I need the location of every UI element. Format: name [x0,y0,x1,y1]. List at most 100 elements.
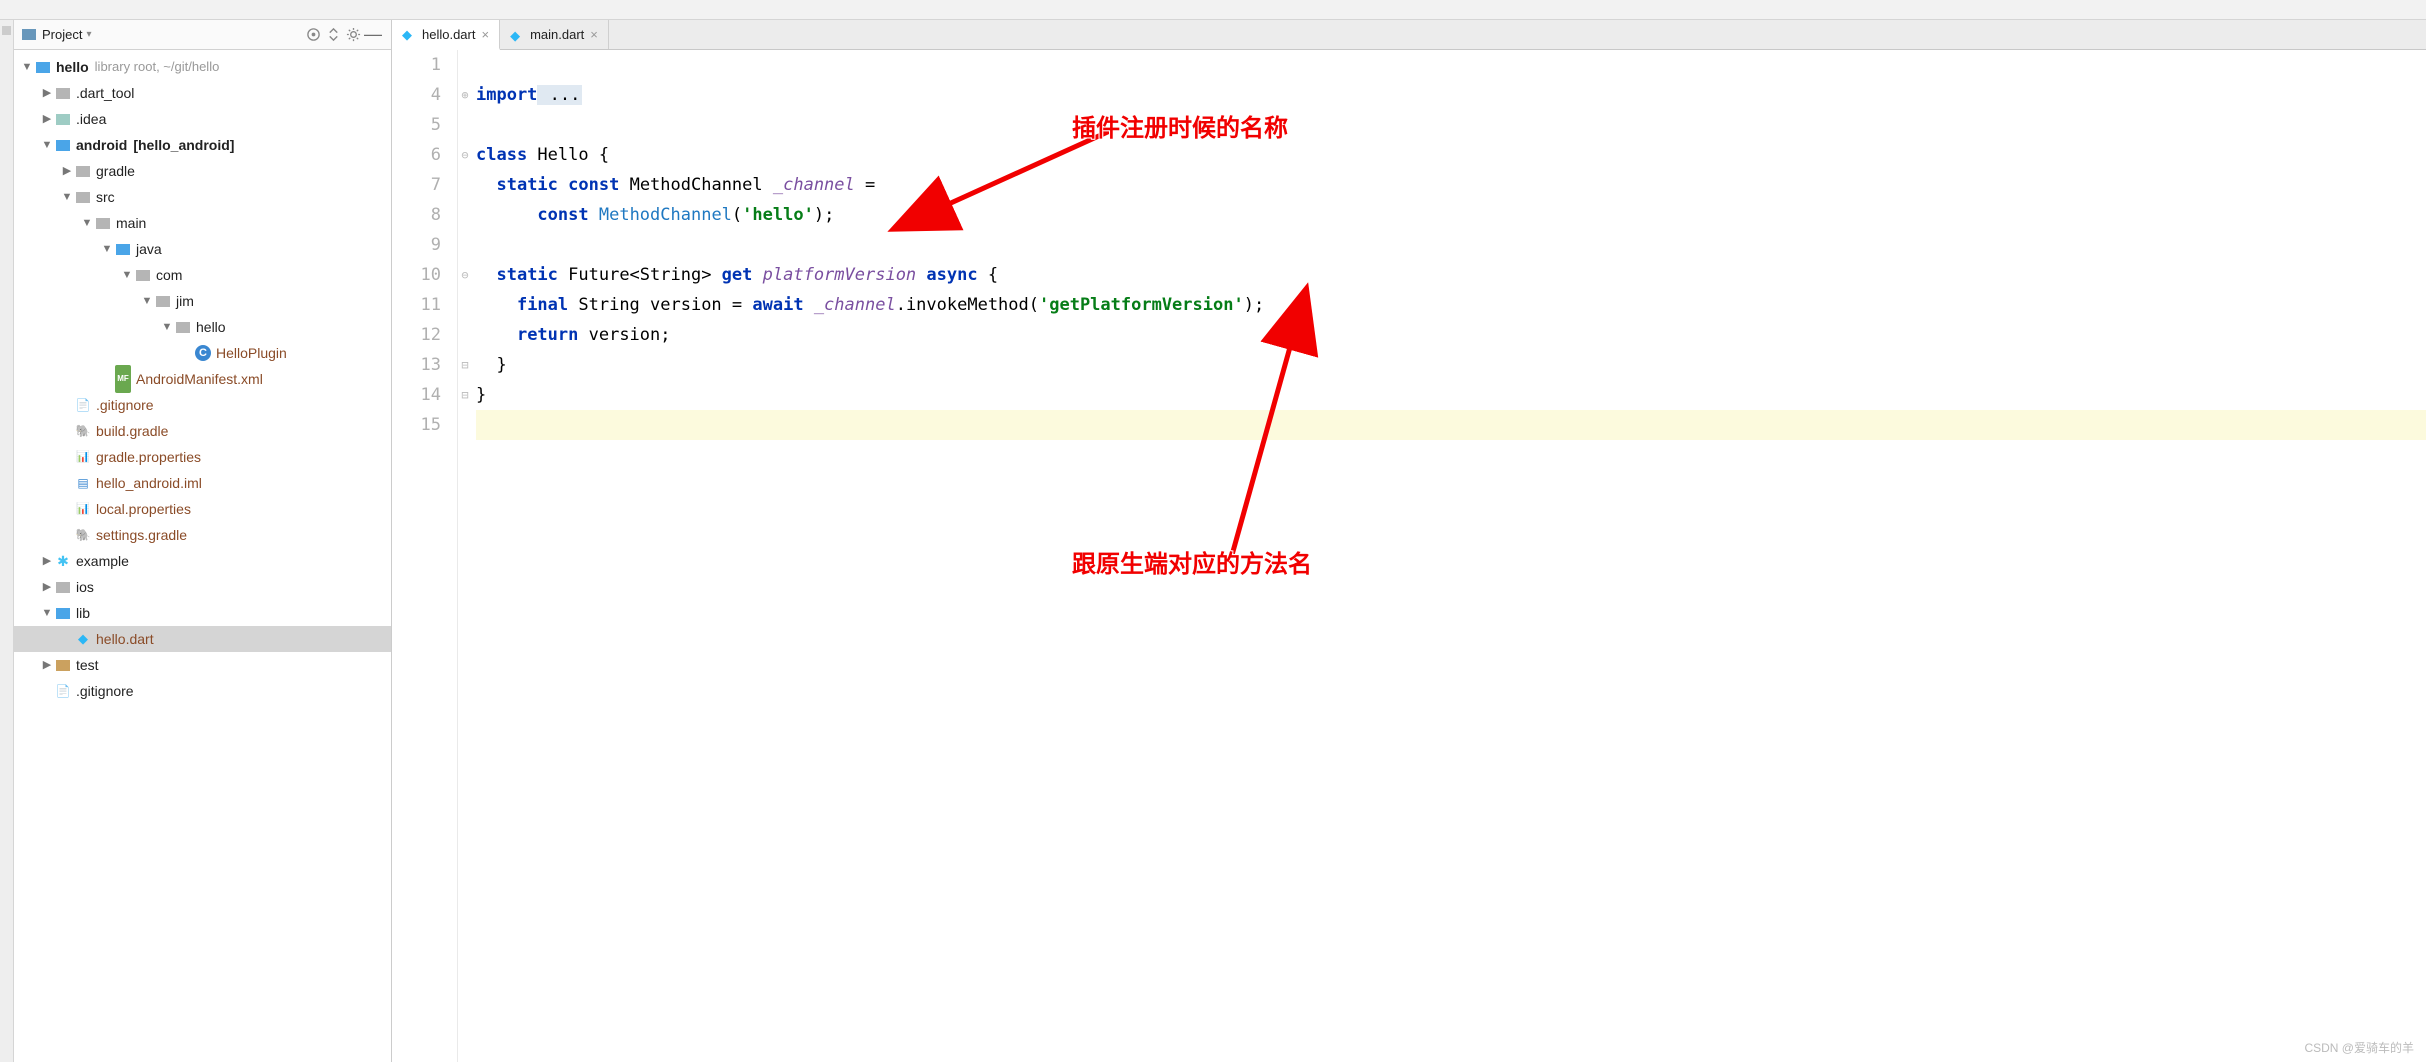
tree-item-android[interactable]: ▼ android[hello_android] [14,132,391,158]
tree-item-build-gradle[interactable]: 🐘build.gradle [14,418,391,444]
tree-module-name: [hello_android] [133,132,234,158]
tree-label: .idea [76,106,106,132]
annotation-method-name: 跟原生端对应的方法名 [1072,550,1312,580]
tree-label: hello [196,314,226,340]
tree-label: ios [76,574,94,600]
tree-item-hello[interactable]: ▼ hello [14,314,391,340]
folder-gray-icon [94,214,112,232]
scroll-from-source-icon[interactable] [303,25,323,45]
git-icon: 📄 [54,682,72,700]
tree-arrow-icon[interactable]: ▼ [60,184,74,210]
tree-item-java[interactable]: ▼java [14,236,391,262]
tree-arrow-icon[interactable]: ▼ [100,236,114,262]
tree-label: test [76,652,99,678]
tree-arrow-icon[interactable]: ▼ [40,132,54,158]
tree-arrow-icon[interactable]: ▼ [40,600,54,626]
folder-blue-icon [34,58,52,76]
tree-item--gitignore[interactable]: 📄.gitignore [14,678,391,704]
tree-arrow-icon[interactable]: ▼ [20,54,34,80]
tree-label: com [156,262,182,288]
strip-btn[interactable] [2,26,11,35]
tree-arrow-icon[interactable]: ▼ [120,262,134,288]
top-toolbar [0,0,2426,20]
code-content[interactable]: import ... class Hello { static const Me… [472,50,2426,1062]
tree-item-hello[interactable]: ▼hellolibrary root, ~/git/hello [14,54,391,80]
tree-item--idea[interactable]: ▶ .idea [14,106,391,132]
project-pane: Project ▾ — ▼hellolibrary root, ~/git/he… [14,20,392,1062]
tree-label: hello.dart [96,626,154,652]
tree-label: example [76,548,129,574]
close-icon[interactable]: × [481,27,489,42]
tree-label: local.properties [96,496,191,522]
tree-item-com[interactable]: ▼ com [14,262,391,288]
tree-item-jim[interactable]: ▼ jim [14,288,391,314]
expand-all-icon[interactable] [323,25,343,45]
tree-label: .gitignore [76,678,134,704]
tab-main[interactable]: ◆ main.dart × [500,20,609,49]
tree-label: HelloPlugin [216,340,287,366]
tree-label: AndroidManifest.xml [136,366,263,392]
tree-arrow-icon[interactable]: ▶ [40,574,54,600]
dart-icon: ◆ [74,630,92,648]
tree-item-example[interactable]: ▶✱example [14,548,391,574]
folder-gray-icon [54,84,72,102]
gutter-line: 8 [392,200,441,230]
annotation-plugin-name: 插件注册时候的名称 [1072,114,1288,144]
gear-icon[interactable] [343,25,363,45]
gutter-line: 15 [392,410,441,440]
tree-item-gradle[interactable]: ▶gradle [14,158,391,184]
close-icon[interactable]: × [590,27,598,42]
code-editor[interactable]: 1456789101112131415 ⊕ ⊖ ⊖ ⊟ ⊟ [392,50,2426,1062]
tree-item-test[interactable]: ▶ test [14,652,391,678]
elephant-icon: 🐘 [74,526,92,544]
chevron-down-icon[interactable]: ▾ [86,29,91,40]
tree-arrow-icon[interactable]: ▶ [40,652,54,678]
tree-item-hello-android-iml[interactable]: ▤hello_android.iml [14,470,391,496]
tree-item-helloplugin[interactable]: CHelloPlugin [14,340,391,366]
tree-label: .dart_tool [76,80,134,106]
tree-arrow-icon[interactable]: ▶ [40,548,54,574]
tree-arrow-icon[interactable]: ▼ [140,288,154,314]
editor-area: ◆ hello.dart × ◆ main.dart × 14567891011… [392,20,2426,1062]
gutter-line: 11 [392,290,441,320]
mf-icon: MF [114,370,132,388]
tree-arrow-icon[interactable]: ▶ [40,80,54,106]
tree-label: settings.gradle [96,522,187,548]
tree-item-ios[interactable]: ▶ ios [14,574,391,600]
folder-gray-icon [174,318,192,336]
gutter-line: 10 [392,260,441,290]
tree-arrow-icon[interactable]: ▼ [80,210,94,236]
tree-arrow-icon[interactable]: ▶ [60,158,74,184]
gutter-line: 14 [392,380,441,410]
tree-item-settings-gradle[interactable]: 🐘settings.gradle [14,522,391,548]
project-header: Project ▾ — [14,20,391,50]
fold-column[interactable]: ⊕ ⊖ ⊖ ⊟ ⊟ [458,50,472,1062]
tree-arrow-icon[interactable]: ▶ [40,106,54,132]
project-title[interactable]: Project [42,27,82,42]
tree-label: android [76,132,127,158]
tree-arrow-icon[interactable]: ▼ [160,314,174,340]
tree-item-src[interactable]: ▼src [14,184,391,210]
editor-tabs: ◆ hello.dart × ◆ main.dart × [392,20,2426,50]
tree-item--gitignore[interactable]: 📄.gitignore [14,392,391,418]
gutter-line: 1 [392,50,441,80]
folder-teal-icon [54,110,72,128]
tree-label: .gitignore [96,392,154,418]
tree-item-androidmanifest-xml[interactable]: MFAndroidManifest.xml [14,366,391,392]
tree-item-local-properties[interactable]: 📊local.properties [14,496,391,522]
iml-icon: ▤ [74,474,92,492]
tree-item-main[interactable]: ▼main [14,210,391,236]
gutter-line: 6 [392,140,441,170]
tab-hello[interactable]: ◆ hello.dart × [392,20,500,50]
tree-item-gradle-properties[interactable]: 📊gradle.properties [14,444,391,470]
minimize-icon[interactable]: — [363,25,383,45]
folder-blue-icon [54,604,72,622]
tree-label: jim [176,288,194,314]
gutter-line: 5 [392,110,441,140]
project-tree[interactable]: ▼hellolibrary root, ~/git/hello▶.dart_to… [14,50,391,1062]
tree-label: hello_android.iml [96,470,202,496]
tree-item-hello-dart[interactable]: ◆hello.dart [14,626,391,652]
tree-suffix: library root, ~/git/hello [95,54,220,80]
tree-item--dart-tool[interactable]: ▶ .dart_tool [14,80,391,106]
tree-item-lib[interactable]: ▼lib [14,600,391,626]
